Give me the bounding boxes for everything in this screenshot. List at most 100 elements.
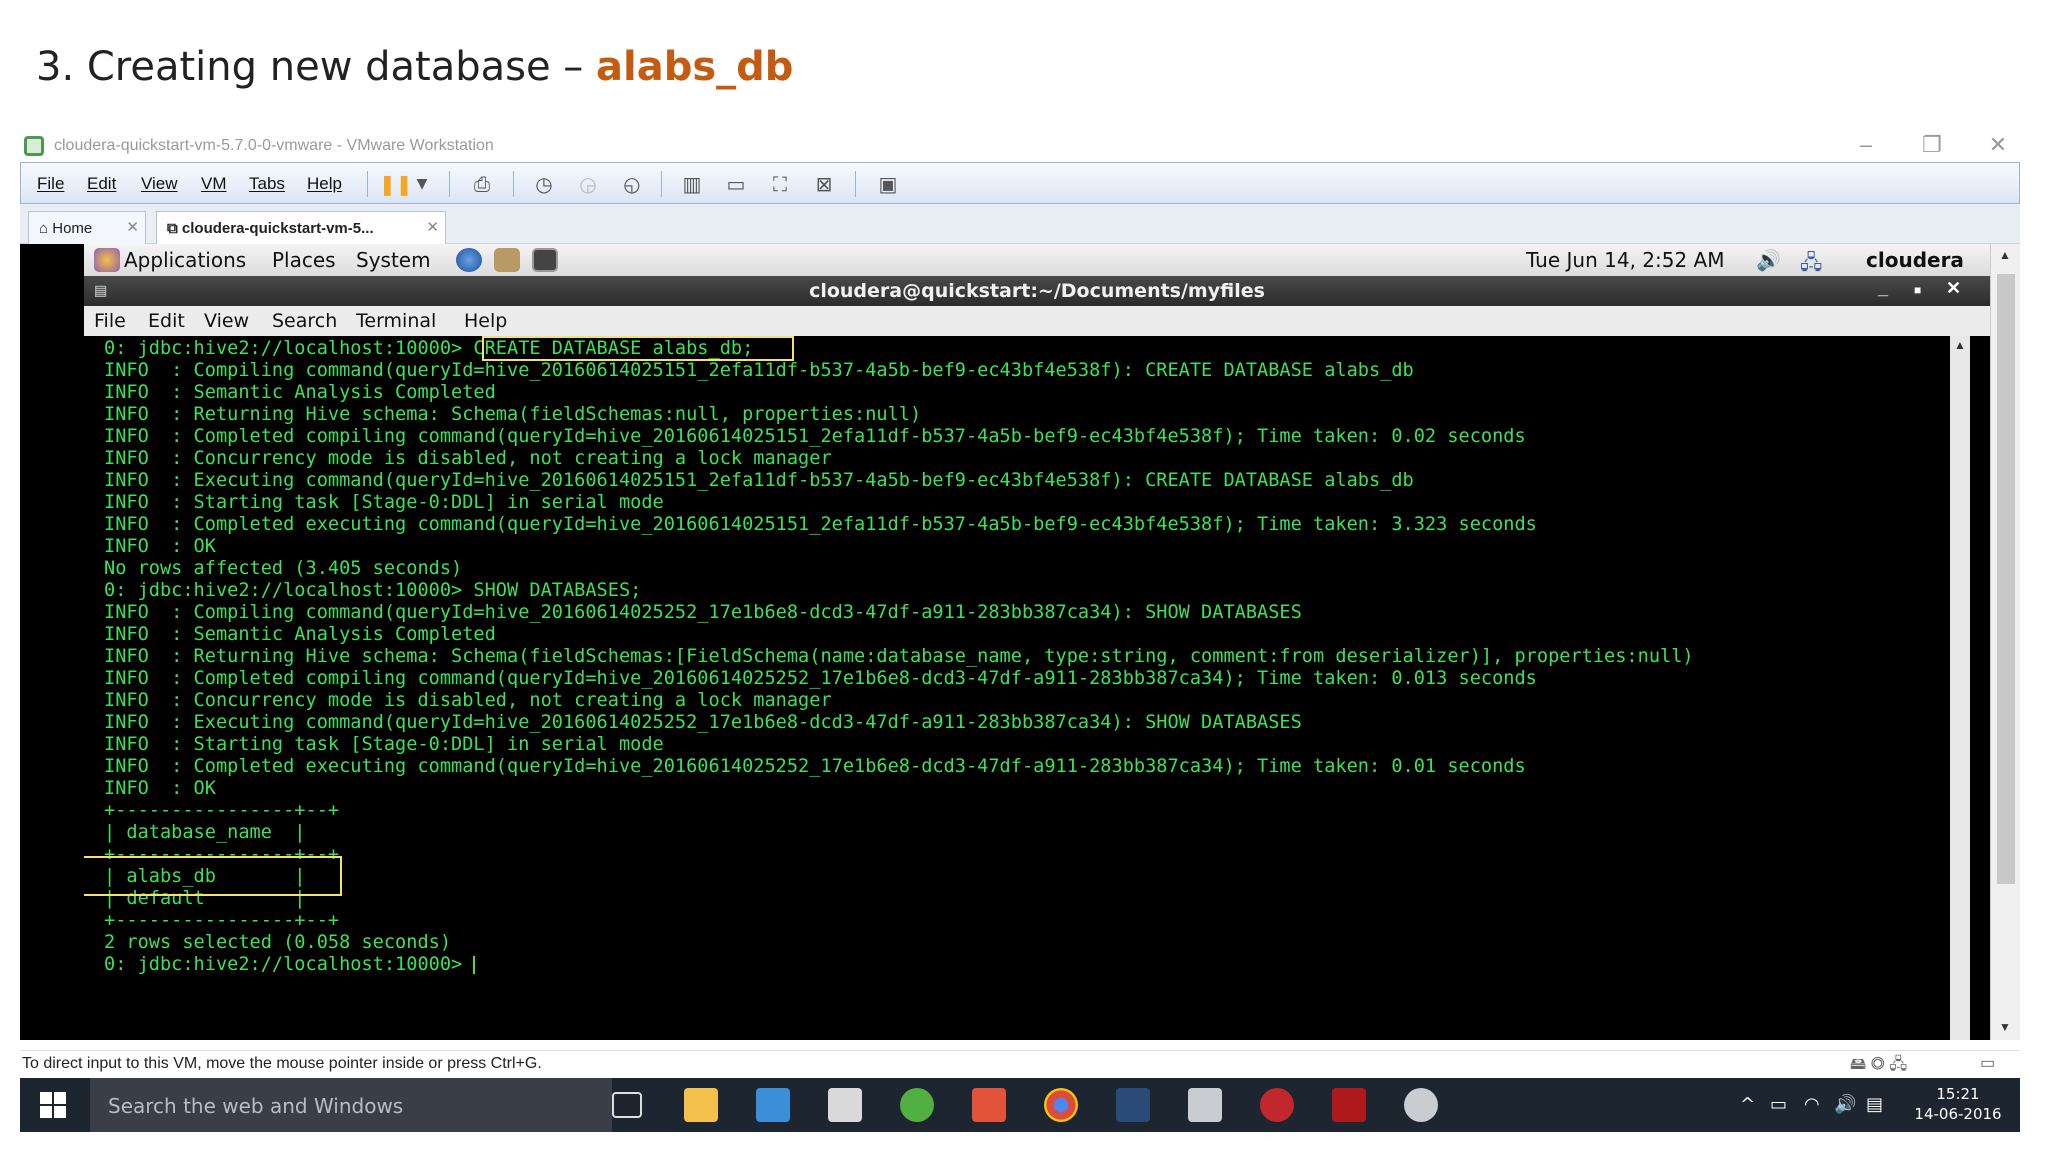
windows-start-icon[interactable]: [40, 1092, 66, 1118]
slide-title: 3. Creating new database – alabs_db: [36, 44, 793, 90]
slide-title-prefix: 3. Creating new database –: [36, 44, 597, 90]
terminal-line: INFO : OK: [104, 778, 216, 799]
scroll-down-icon[interactable]: ▼: [1999, 1020, 2011, 1034]
window-menu-icon[interactable]: ▤: [94, 282, 107, 299]
calculator-icon[interactable]: [828, 1088, 862, 1122]
notifications-icon[interactable]: ▤: [1866, 1094, 1883, 1115]
terminal-line: +----------------+--+: [104, 910, 340, 931]
toolbar-separator: [513, 171, 514, 197]
battery-icon[interactable]: ▭: [1770, 1094, 1787, 1115]
acrobat-icon[interactable]: [1332, 1088, 1366, 1122]
pause-icon[interactable]: ❚❚: [379, 170, 413, 198]
terminal-line: INFO : OK: [104, 536, 216, 557]
clock-time: 15:21: [1936, 1085, 1980, 1103]
maximize-icon[interactable]: ■: [1914, 283, 1921, 297]
chevron-up-icon[interactable]: ^: [1740, 1094, 1755, 1115]
app-red-icon[interactable]: [1260, 1088, 1294, 1122]
filezilla-icon[interactable]: [972, 1088, 1006, 1122]
paint-icon[interactable]: [1404, 1088, 1438, 1122]
terminal-menu-help[interactable]: Help: [464, 310, 507, 332]
file-explorer-icon[interactable]: [684, 1088, 718, 1122]
terminal-scrollbar[interactable]: ▲: [1950, 336, 1970, 1040]
chevron-down-icon[interactable]: ▼: [407, 170, 437, 198]
vm-scrollbar[interactable]: ▲ ▼: [1990, 244, 2020, 1040]
terminal-line: INFO : Concurrency mode is disabled, not…: [104, 448, 832, 469]
unity-icon[interactable]: ⊠: [809, 170, 839, 198]
scroll-up-icon[interactable]: ▲: [1999, 248, 2011, 262]
menu-system[interactable]: System: [356, 248, 431, 272]
revert-snapshot-icon[interactable]: ◶: [573, 170, 603, 198]
close-icon[interactable]: ✕: [1978, 132, 2018, 158]
chrome-icon[interactable]: [1044, 1088, 1078, 1122]
close-icon[interactable]: ✕: [1946, 278, 1961, 299]
terminal-line: INFO : Compiling command(queryId=hive_20…: [104, 360, 1414, 381]
close-icon[interactable]: ✕: [126, 218, 139, 236]
terminal-line: INFO : Semantic Analysis Completed: [104, 624, 496, 645]
taskbar-clock[interactable]: 15:21 14-06-2016: [1908, 1084, 2008, 1124]
mail-icon[interactable]: [494, 248, 520, 272]
toolbar-separator: [367, 171, 368, 197]
clock-date: 14-06-2016: [1914, 1105, 2002, 1123]
restore-icon[interactable]: ❐: [1912, 132, 1952, 158]
app-x-icon[interactable]: [1188, 1088, 1222, 1122]
snapshot-icon[interactable]: ◷: [529, 170, 559, 198]
menu-tabs[interactable]: Tabs: [249, 174, 285, 194]
utorrent-icon[interactable]: [900, 1088, 934, 1122]
wifi-icon[interactable]: ◠: [1804, 1094, 1820, 1115]
menu-file[interactable]: File: [37, 174, 64, 194]
terminal-menu-terminal[interactable]: Terminal: [356, 310, 436, 332]
task-view-icon[interactable]: [612, 1092, 642, 1118]
device-status-icons[interactable]: 🖴 ◎ 🖧: [1850, 1053, 1907, 1080]
taskbar-search-placeholder: Search the web and Windows: [108, 1094, 404, 1118]
volume-icon[interactable]: 🔊: [1756, 248, 1781, 272]
menu-places[interactable]: Places: [272, 248, 336, 272]
close-icon[interactable]: ✕: [426, 218, 439, 236]
scroll-up-icon[interactable]: ▲: [1954, 338, 1966, 352]
terminal-prompt-line: 0: jdbc:hive2://localhost:10000>: [104, 954, 476, 976]
toolbar-separator: [855, 171, 856, 197]
menu-applications[interactable]: Applications: [124, 248, 246, 272]
terminal-line: INFO : Completed compiling command(query…: [104, 668, 1537, 689]
library-icon[interactable]: ▥: [677, 170, 707, 198]
terminal-menu-edit[interactable]: Edit: [148, 310, 185, 332]
menu-help[interactable]: Help: [307, 174, 342, 194]
tab-vm[interactable]: ⧉ cloudera-quickstart-vm-5... ✕: [156, 211, 446, 244]
browser-icon[interactable]: [456, 248, 482, 272]
terminal-line: INFO : Executing command(queryId=hive_20…: [104, 470, 1414, 491]
panel-user[interactable]: cloudera: [1866, 248, 1964, 272]
scrollbar-thumb[interactable]: [1997, 274, 2015, 884]
terminal-line: INFO : Completed executing command(query…: [104, 756, 1526, 777]
tab-home[interactable]: ⌂ Home ✕: [28, 211, 146, 244]
terminal-menu-search[interactable]: Search: [272, 310, 337, 332]
snapshot-manager-icon[interactable]: ◵: [617, 170, 647, 198]
terminal-line: +----------------+--+: [104, 800, 340, 821]
app-icon[interactable]: [756, 1088, 790, 1122]
message-log-icon[interactable]: ▭: [1980, 1053, 1995, 1073]
minimize-icon[interactable]: –: [1846, 132, 1886, 158]
vmware-logo-icon: [24, 136, 44, 156]
terminal-menubar: File Edit View Search Terminal Help: [84, 306, 1990, 336]
terminal-line: INFO : Completed compiling command(query…: [104, 426, 1526, 447]
fullscreen-icon[interactable]: ⛶: [765, 170, 795, 198]
send-ctrl-alt-del-icon[interactable]: ⎙: [467, 170, 497, 198]
panel-datetime[interactable]: Tue Jun 14, 2:52 AM: [1526, 248, 1725, 272]
menu-vm[interactable]: VM: [201, 174, 227, 194]
terminal-menu-view[interactable]: View: [204, 310, 249, 332]
terminal-titlebar: cloudera@quickstart:~/Documents/myfiles …: [84, 276, 1990, 306]
terminal-line: INFO : Concurrency mode is disabled, not…: [104, 690, 832, 711]
vmware-menubar: File Edit View VM Tabs Help ❚❚ ▼ ⎙ ◷ ◶ ◵…: [20, 162, 2020, 204]
terminal-launcher-icon[interactable]: [532, 248, 558, 272]
taskbar-search[interactable]: Search the web and Windows: [90, 1078, 612, 1132]
menu-view[interactable]: View: [141, 174, 178, 194]
terminal-menu-file[interactable]: File: [94, 310, 126, 332]
thumbnail-bar-icon[interactable]: ▭: [721, 170, 751, 198]
minimize-icon[interactable]: _: [1878, 278, 1888, 299]
steam-icon[interactable]: [1116, 1088, 1150, 1122]
menu-edit[interactable]: Edit: [87, 174, 116, 194]
console-view-icon[interactable]: ▣: [873, 170, 903, 198]
alabs-db-row-highlight: [84, 856, 342, 896]
volume-icon[interactable]: 🔊: [1834, 1094, 1856, 1115]
create-command-highlight: [482, 336, 794, 361]
terminal-output[interactable]: 0: jdbc:hive2://localhost:10000> CREATE …: [84, 336, 1950, 1040]
toolbar-separator: [661, 171, 662, 197]
